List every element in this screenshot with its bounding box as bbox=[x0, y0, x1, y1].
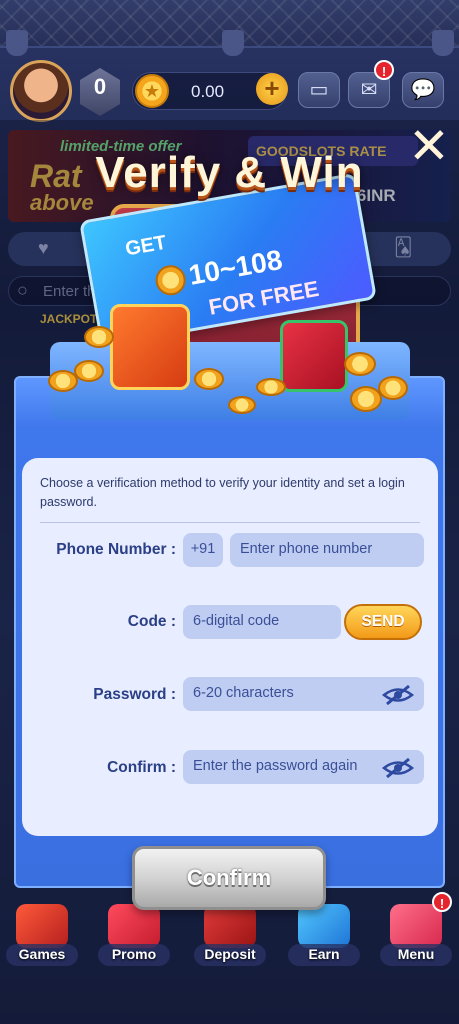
phone-number-label: Phone Number : bbox=[56, 541, 176, 558]
vip-badge[interactable]: 0 VIP bbox=[80, 68, 120, 116]
nav-label: Promo bbox=[111, 946, 157, 962]
nav-label: Earn bbox=[308, 946, 340, 962]
treasure-icon bbox=[204, 904, 256, 948]
menu-icon bbox=[390, 904, 442, 948]
confirm-button[interactable]: Confirm bbox=[132, 846, 326, 910]
nav-games[interactable]: Games bbox=[0, 900, 84, 980]
send-code-button[interactable]: SEND bbox=[344, 604, 422, 640]
popup-title: Verify & Win bbox=[95, 148, 364, 197]
gift-box-icon bbox=[280, 320, 348, 392]
balance-value: 0.00 bbox=[191, 82, 225, 101]
code-label: Code : bbox=[127, 613, 176, 630]
ticket-get-text: GET bbox=[123, 231, 169, 261]
coin-icon bbox=[194, 368, 224, 390]
nav-deposit[interactable]: Deposit bbox=[188, 900, 272, 980]
coin-icon bbox=[74, 360, 104, 382]
support-button[interactable]: 💬 bbox=[402, 72, 444, 108]
nav-promo[interactable]: Promo bbox=[92, 900, 176, 980]
gift-icon bbox=[108, 904, 160, 948]
bottom-navigation: Games Promo Deposit Earn Menu ! bbox=[0, 892, 459, 1024]
mail-icon: ✉ bbox=[360, 79, 378, 101]
spotlight bbox=[222, 30, 244, 56]
coin-icon bbox=[256, 378, 286, 396]
wallet-button[interactable]: ▭ bbox=[298, 72, 340, 108]
coin-icon: ★ bbox=[135, 74, 169, 108]
wallet-icon: ▭ bbox=[309, 79, 329, 101]
spotlight bbox=[432, 30, 454, 56]
hide-password-icon[interactable] bbox=[382, 684, 414, 706]
nav-label: Deposit bbox=[204, 946, 256, 962]
avatar[interactable] bbox=[10, 60, 72, 122]
phone-coins-icon bbox=[298, 904, 350, 948]
coin-icon bbox=[84, 326, 114, 348]
spotlight bbox=[6, 30, 28, 56]
country-code-selector[interactable]: +91 bbox=[183, 533, 223, 567]
mail-notification-badge: ! bbox=[374, 60, 394, 80]
phone-number-input[interactable]: Enter phone number bbox=[230, 533, 424, 567]
add-funds-button[interactable]: + bbox=[256, 73, 288, 105]
treasure-chest-illustration: GET 10~108 FOR FREE bbox=[44, 172, 416, 432]
nav-earn[interactable]: Earn bbox=[282, 900, 366, 980]
rocket-icon bbox=[16, 904, 68, 948]
hide-password-icon[interactable] bbox=[382, 757, 414, 779]
coin-icon bbox=[228, 396, 256, 414]
verification-description: Choose a verification method to verify y… bbox=[40, 476, 405, 509]
coin-icon bbox=[153, 262, 189, 298]
coin-icon bbox=[344, 352, 376, 376]
chat-icon: 💬 bbox=[410, 79, 436, 101]
nav-label: Games bbox=[18, 946, 66, 962]
menu-notification-badge: ! bbox=[432, 892, 452, 912]
verification-code-input[interactable]: 6-digital code bbox=[183, 605, 341, 639]
close-button[interactable]: ✕ bbox=[406, 121, 452, 171]
vip-level: 0 bbox=[93, 74, 107, 99]
password-label: Password : bbox=[93, 686, 176, 703]
gift-box-icon bbox=[110, 304, 190, 390]
confirm-password-label: Confirm : bbox=[107, 759, 176, 776]
divider bbox=[40, 522, 420, 523]
nav-menu[interactable]: Menu bbox=[374, 900, 458, 980]
nav-label: Menu bbox=[397, 946, 435, 962]
coin-icon bbox=[378, 376, 408, 400]
top-bar: 0 VIP ★ 0.00 + ▭ ✉ ! 💬 bbox=[0, 58, 459, 122]
